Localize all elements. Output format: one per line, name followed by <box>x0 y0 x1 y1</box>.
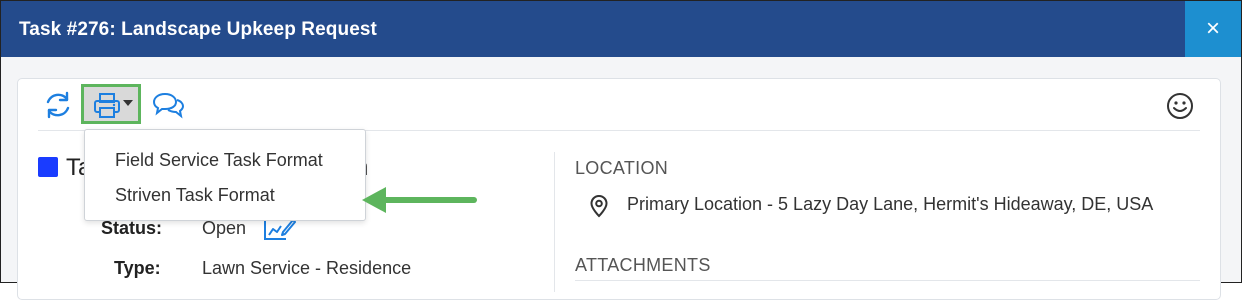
print-format-menu: Field Service Task Format Striven Task F… <box>84 129 366 221</box>
dialog-title: Task #276: Landscape Upkeep Request <box>19 19 377 40</box>
annotation-arrow <box>362 187 477 213</box>
caret-down-icon <box>123 100 133 106</box>
location-pin <box>588 194 610 218</box>
task-color-indicator <box>38 157 58 177</box>
attachments-section-title: ATTACHMENTS <box>575 255 711 275</box>
close-button[interactable]: × <box>1185 1 1241 57</box>
type-value: Lawn Service - Residence <box>202 258 412 278</box>
dialog-titlebar: Task #276: Landscape Upkeep Request × <box>1 1 1241 57</box>
type-label: Type: <box>114 258 161 278</box>
print-menu-button[interactable] <box>81 84 141 124</box>
menu-item-striven-format[interactable]: Striven Task Format <box>115 185 275 206</box>
comments-button[interactable] <box>150 89 186 121</box>
column-divider <box>554 152 555 292</box>
printer-icon <box>94 93 120 118</box>
smiley-icon <box>1167 93 1193 119</box>
map-pin-icon <box>590 194 608 218</box>
feedback-button[interactable] <box>1164 90 1196 122</box>
chat-icon <box>152 92 185 119</box>
close-icon: × <box>1205 15 1220 42</box>
refresh-icon <box>46 91 70 119</box>
location-address[interactable]: Primary Location - 5 Lazy Day Lane, Herm… <box>627 194 1153 215</box>
attachments-divider <box>575 280 1200 281</box>
task-heading: Ta <box>66 154 84 181</box>
status-label: Status: <box>101 218 163 238</box>
menu-item-field-service-format[interactable]: Field Service Task Format <box>115 150 323 171</box>
status-value: Open <box>202 218 247 238</box>
refresh-button[interactable] <box>42 89 74 121</box>
location-section-title: LOCATION <box>575 158 669 178</box>
